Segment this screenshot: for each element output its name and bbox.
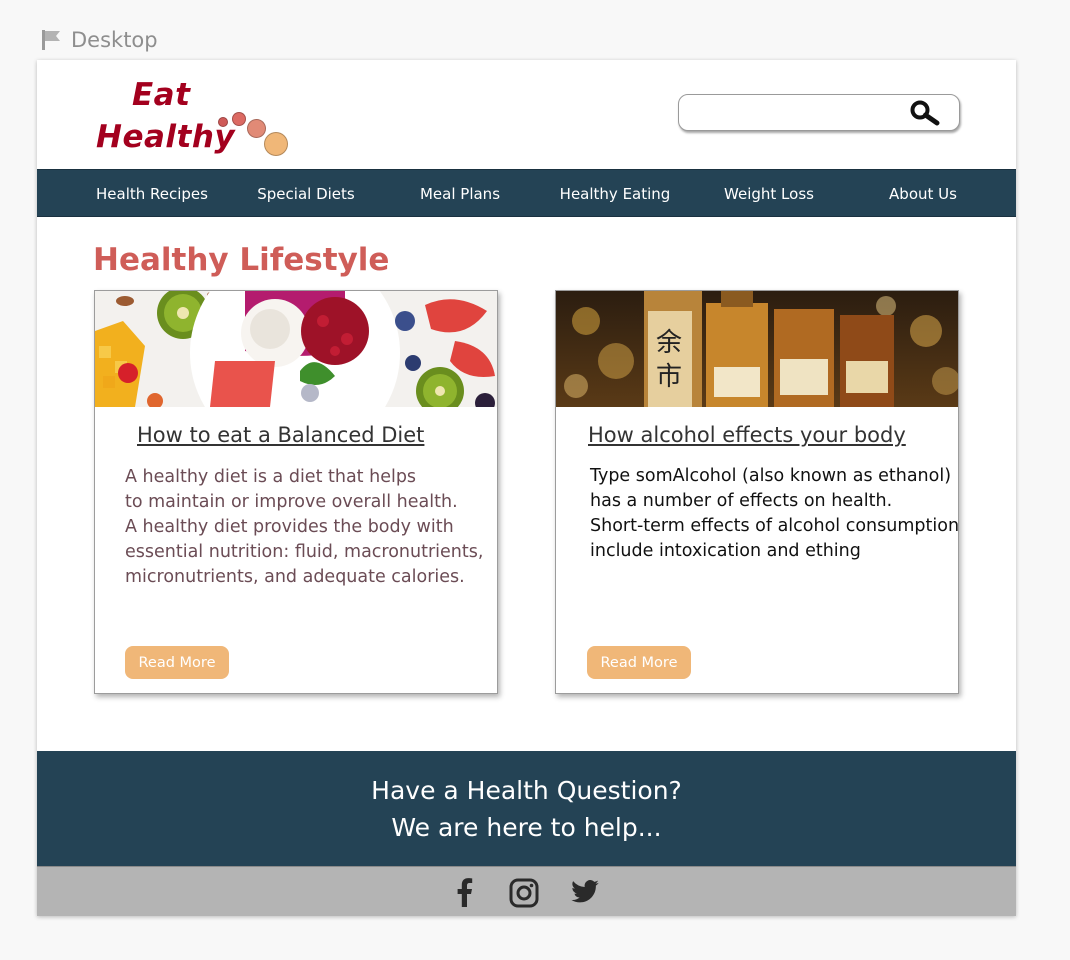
- article-card-balanced-diet: How to eat a Balanced Diet A healthy die…: [94, 290, 498, 694]
- facebook-icon[interactable]: [453, 877, 475, 911]
- search-icon[interactable]: [907, 99, 943, 127]
- logo-dot: [247, 119, 266, 138]
- article-excerpt: A healthy diet is a diet that helps to m…: [125, 465, 483, 590]
- logo[interactable]: Eat Healthy: [95, 74, 295, 164]
- logo-dot: [218, 117, 228, 127]
- artboard-title: Desktop: [71, 28, 158, 52]
- svg-text:余: 余: [656, 328, 682, 358]
- desktop-frame: Eat Healthy Health Recipes Special Diets…: [37, 60, 1016, 916]
- excerpt-line: has a number of effects on health.: [590, 491, 893, 511]
- search-input[interactable]: [689, 100, 899, 126]
- fruit-bowl-image: [95, 291, 497, 407]
- article-excerpt: Type somAlcohol (also known as ethanol) …: [590, 464, 959, 564]
- excerpt-line: essential nutrition: fluid, macronutrien…: [125, 542, 484, 562]
- instagram-icon[interactable]: [508, 877, 540, 913]
- excerpt-line: to maintain or improve overall health.: [125, 492, 458, 512]
- excerpt-line: A healthy diet provides the body with: [125, 517, 454, 537]
- section-title: Healthy Lifestyle: [93, 242, 390, 278]
- article-title-link[interactable]: How to eat a Balanced Diet: [137, 423, 424, 447]
- footer: [37, 866, 1016, 916]
- help-banner: Have a Health Question? We are here to h…: [37, 751, 1016, 866]
- nav-item-weight-loss[interactable]: Weight Loss: [713, 170, 825, 218]
- whisky-bottles-image: 余 市: [556, 291, 958, 407]
- read-more-button[interactable]: Read More: [125, 646, 229, 679]
- excerpt-line: Short-term effects of alcohol consumptio…: [590, 516, 960, 536]
- excerpt-line: include intoxication and ething: [590, 541, 861, 561]
- banner-heading: Have a Health Question?: [371, 776, 682, 805]
- search-box: [678, 94, 960, 131]
- nav-item-healthy-eating[interactable]: Healthy Eating: [547, 170, 683, 218]
- flag-icon: [41, 29, 63, 51]
- nav-item-meal-plans[interactable]: Meal Plans: [405, 170, 515, 218]
- logo-dot: [232, 112, 246, 126]
- nav-item-about-us[interactable]: About Us: [873, 170, 973, 218]
- article-card-alcohol-effects: 余 市 How alcohol effects your body Type s…: [555, 290, 959, 694]
- read-more-button[interactable]: Read More: [587, 646, 691, 679]
- main-nav: Health Recipes Special Diets Meal Plans …: [37, 169, 1016, 217]
- banner-subheading: We are here to help...: [391, 813, 662, 842]
- twitter-icon[interactable]: [569, 877, 601, 911]
- nav-item-health-recipes[interactable]: Health Recipes: [85, 170, 219, 218]
- svg-text:市: 市: [656, 362, 682, 392]
- logo-text-eat: Eat: [132, 77, 191, 113]
- logo-text-healthy: Healthy: [96, 119, 236, 155]
- logo-dot: [264, 132, 288, 156]
- article-title-link[interactable]: How alcohol effects your body: [588, 423, 906, 447]
- header: Eat Healthy: [37, 60, 1016, 169]
- excerpt-line: A healthy diet is a diet that helps: [125, 467, 417, 487]
- excerpt-line: Type somAlcohol (also known as ethanol): [590, 466, 952, 486]
- excerpt-line: micronutrients, and adequate calories.: [125, 567, 465, 587]
- nav-item-special-diets[interactable]: Special Diets: [241, 170, 371, 218]
- artboard-label: Desktop: [41, 28, 158, 52]
